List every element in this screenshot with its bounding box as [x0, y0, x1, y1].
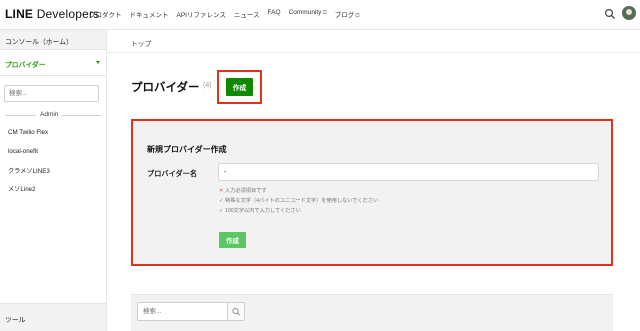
provider-list-area [131, 294, 613, 331]
validation-text: 特殊な文字（4バイトのユニコード文字）を使用しないでください [225, 198, 379, 204]
sidebar: コンソール（ホーム） プロバイダー Admin CM Twilio Flex l… [0, 30, 107, 331]
sidebar-provider-item[interactable]: クラメソLINE3 [8, 166, 50, 175]
sidebar-provider-item[interactable]: local-onefit [8, 148, 38, 155]
sidebar-provider-item[interactable]: メソLine2 [8, 184, 36, 193]
form-title: 新規プロバイダー作成 [147, 145, 227, 154]
caret-down-icon [96, 61, 100, 64]
create-provider-button[interactable]: 作成 [226, 78, 253, 96]
nav-links: プロダクト ドキュメント APIリファレンス ニュース FAQ Communit… [89, 9, 360, 20]
submit-create-button[interactable]: 作成 [219, 232, 246, 248]
nav-blog-label: ブログ [334, 12, 355, 19]
line-developers-logo[interactable]: LINE Developers [5, 7, 99, 21]
search-icon [232, 307, 240, 316]
nav-faq[interactable]: FAQ [268, 9, 281, 20]
new-provider-form: 新規プロバイダー作成 プロバイダー名 ? ✕入力必須項目です ✓特殊な文字（4バ… [131, 119, 613, 266]
nav-community[interactable]: Community⧉ [289, 9, 327, 20]
nav-products[interactable]: プロダクト [89, 9, 122, 20]
validation-message: ✓ 100文字以内で入力してください [219, 207, 301, 214]
admin-section-label: Admin [36, 111, 63, 118]
sidebar-search-input[interactable] [4, 85, 99, 102]
validation-message: ✕ 入力必須項目です [219, 187, 267, 194]
nav-docs[interactable]: ドキュメント [130, 9, 169, 20]
nav-blog[interactable]: ブログ⧉ [335, 9, 360, 20]
provider-name-label: プロバイダー名 [147, 169, 198, 178]
user-avatar[interactable] [622, 6, 636, 20]
provider-search-input[interactable] [137, 302, 228, 321]
sidebar-providers-label: プロバイダー [5, 62, 46, 69]
sidebar-console-home[interactable]: コンソール（ホーム） [0, 30, 106, 50]
provider-name-input[interactable] [218, 163, 599, 181]
search-icon[interactable] [604, 8, 616, 20]
nav-community-label: Community [288, 9, 322, 16]
sidebar-provider-item[interactable]: CM Twilio Flex [8, 129, 48, 136]
nav-news[interactable]: ニュース [234, 9, 260, 20]
external-link-icon: ⧉ [322, 10, 327, 16]
logo-line-text: LINE [5, 7, 34, 21]
nav-api-reference[interactable]: APIリファレンス [177, 9, 226, 20]
sidebar-providers[interactable]: プロバイダー [0, 50, 106, 76]
top-nav: LINE Developers プロダクト ドキュメント APIリファレンス ニ… [0, 0, 640, 30]
validation-message: ✓ 特殊な文字（4バイトのユニコード文字）を使用しないでください [219, 197, 378, 204]
sidebar-tools[interactable]: ツール [0, 303, 106, 331]
search-button[interactable] [227, 302, 245, 321]
validation-text: 入力必須項目です [225, 188, 267, 194]
provider-count: (4) [203, 82, 212, 89]
breadcrumb[interactable]: トップ [131, 38, 151, 48]
page-title: プロバイダー [131, 82, 200, 94]
breadcrumb-divider [107, 52, 640, 53]
external-link-icon: ⧉ [355, 13, 360, 19]
validation-text: 100文字以内で入力してください [225, 208, 301, 214]
